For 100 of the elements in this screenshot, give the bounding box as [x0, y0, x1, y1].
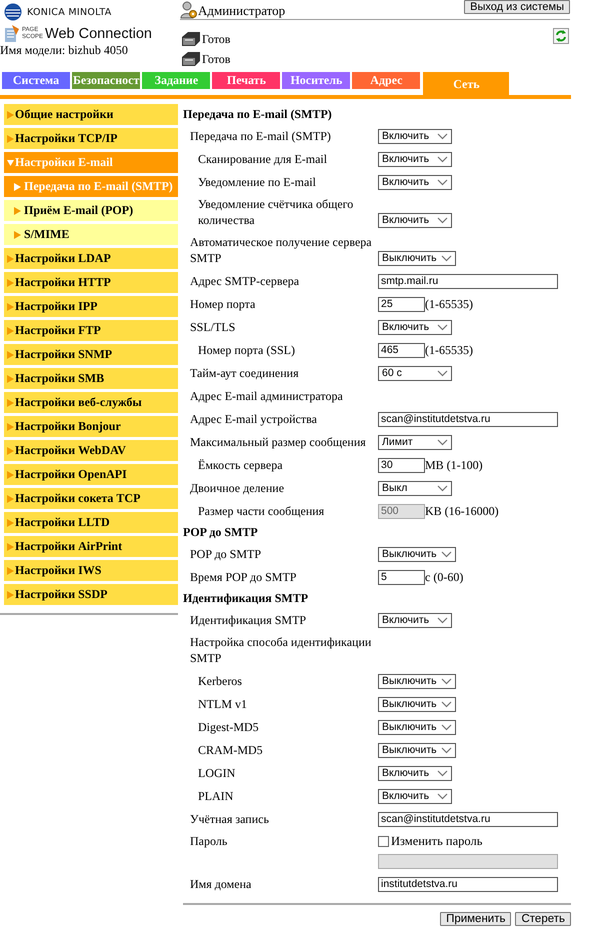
dropdown[interactable]: Включить: [378, 128, 452, 144]
dropdown[interactable]: Выкл: [378, 480, 452, 496]
dropdown[interactable]: Выключить: [378, 250, 456, 266]
field-label: Адрес E-mail администратора: [190, 388, 344, 404]
field-label: Максимальный размер сообщения: [190, 434, 367, 450]
number-field[interactable]: 25: [378, 296, 425, 312]
text-field[interactable]: smtp.mail.ru: [378, 274, 558, 288]
field-label: SSL/TLS: [190, 319, 236, 335]
field-label: POP до SMTP: [190, 546, 262, 562]
dropdown[interactable]: Включить: [378, 152, 452, 166]
sidebar-item[interactable]: Настройки сокета TCP: [4, 488, 178, 509]
triangle-right-icon: [14, 230, 21, 238]
sidebar-item[interactable]: Настройки WebDAV: [4, 440, 178, 461]
dropdown[interactable]: Выключить: [378, 720, 456, 734]
refresh-icon: [554, 29, 568, 43]
triangle-right-icon: [7, 494, 14, 502]
dropdown[interactable]: Включить: [378, 174, 452, 190]
dropdown[interactable]: Выключить: [378, 674, 456, 688]
field-label: Автоматическое получение сервера SMTP: [190, 234, 373, 266]
globe-logo-icon: [4, 3, 22, 21]
triangle-right-icon: [7, 518, 14, 526]
dropdown[interactable]: Выключить: [378, 742, 456, 758]
logout-button[interactable]: Выход из системы: [464, 0, 570, 14]
nav-tab[interactable]: Печать: [212, 72, 280, 89]
chevron-icon: [437, 438, 448, 446]
sidebar-item[interactable]: Настройки TCP/IP: [4, 128, 178, 149]
field-label: Kerberos: [198, 673, 243, 689]
status-text: Готов: [202, 32, 230, 47]
text-field[interactable]: institutdetstva.ru: [378, 876, 558, 892]
nav-tab[interactable]: Система: [2, 72, 70, 89]
field-label: Уведомление счётчика общего количества: [198, 196, 354, 228]
triangle-right-icon: [7, 326, 14, 334]
sidebar-item[interactable]: Настройки SMB: [4, 368, 178, 389]
dropdown[interactable]: 60 с: [378, 366, 452, 380]
nav-tab[interactable]: Носитель: [282, 72, 350, 89]
dropdown[interactable]: Включить: [378, 612, 452, 628]
field-label: Digest-MD5: [198, 719, 260, 735]
printer-icon: [180, 31, 202, 47]
chevron-icon: [440, 724, 452, 730]
chevron-icon: [437, 216, 448, 224]
dropdown[interactable]: Включить: [378, 766, 452, 780]
number-field[interactable]: 465: [378, 342, 425, 358]
number-field[interactable]: 30: [378, 458, 425, 472]
chevron-icon: [437, 370, 448, 376]
sidebar-subitem[interactable]: Приём E-mail (POP): [4, 200, 178, 221]
sidebar-subitem[interactable]: S/MIME: [4, 224, 178, 245]
field-label: Время POP до SMTP: [190, 569, 298, 585]
sidebar-item[interactable]: Настройки FTP: [4, 320, 178, 341]
field-label: Идентификация SMTP: [190, 612, 308, 628]
triangle-right-icon: [7, 470, 14, 478]
sidebar-item[interactable]: Общие настройки: [4, 104, 178, 125]
sidebar-item[interactable]: Настройки Bonjour: [4, 416, 178, 437]
field-label: Учётная запись: [190, 811, 270, 827]
field-label: NTLM v1: [198, 696, 248, 712]
form-button[interactable]: Стереть: [515, 912, 571, 926]
field-label: Настройка способа идентификации SMTP: [190, 634, 372, 666]
sidebar-item[interactable]: Настройки SNMP: [4, 344, 178, 365]
model-name: Имя модели: bizhub 4050: [0, 43, 129, 57]
dropdown[interactable]: Лимит: [378, 434, 452, 450]
sidebar-item[interactable]: Настройки AirPrint: [4, 536, 178, 557]
field-label: Двоичное деление: [190, 480, 286, 496]
text-field[interactable]: scan@institutdetstva.ru: [378, 812, 558, 826]
triangle-right-icon: [7, 134, 14, 142]
chevron-icon: [440, 700, 452, 708]
triangle-right-icon: [7, 590, 14, 598]
triangle-right-icon: [7, 566, 14, 574]
range-hint: с (0-60): [425, 569, 464, 585]
chevron-icon: [437, 616, 448, 624]
sidebar-item[interactable]: Настройки IWS: [4, 560, 178, 581]
field-label: Пароль: [190, 833, 228, 849]
field-label: CRAM-MD5: [198, 742, 264, 758]
chevron-icon: [437, 132, 448, 140]
status-text: Готов: [202, 52, 230, 67]
field-label: Сканирование для E-mail: [198, 151, 328, 167]
dropdown[interactable]: Выключить: [378, 546, 456, 562]
refresh-button[interactable]: [553, 28, 569, 44]
user-gear-icon: [180, 1, 198, 19]
triangle-right-icon: [7, 110, 14, 118]
sidebar-item[interactable]: Настройки LLTD: [4, 512, 178, 533]
field-label: Адрес SMTP-сервера: [190, 273, 300, 289]
chevron-icon: [437, 178, 448, 186]
sidebar-item[interactable]: Настройки IPP: [4, 296, 178, 317]
dropdown[interactable]: Включить: [378, 320, 452, 334]
triangle-right-icon: [7, 542, 14, 550]
triangle-right-icon: [7, 278, 14, 286]
dropdown[interactable]: Выключить: [378, 696, 456, 712]
field-label: Номер порта: [190, 296, 256, 312]
text-field[interactable]: scan@institutdetstva.ru: [378, 412, 558, 426]
field-label: LOGIN: [198, 765, 236, 781]
sidebar-item[interactable]: Настройки HTTP: [4, 272, 178, 293]
number-field[interactable]: 5: [378, 570, 425, 584]
sidebar-item[interactable]: Настройки OpenAPI: [4, 464, 178, 485]
dropdown[interactable]: Включить: [378, 212, 452, 228]
dropdown[interactable]: Включить: [378, 788, 452, 804]
sidebar-item[interactable]: Настройки SSDP: [4, 584, 178, 605]
sidebar-item[interactable]: Настройки веб-службы: [4, 392, 178, 413]
triangle-right-icon: [7, 446, 14, 454]
change-password-checkbox[interactable]: Изменить пароль: [378, 833, 558, 849]
sidebar-item[interactable]: Настройки LDAP: [4, 248, 178, 269]
form-button[interactable]: Применить: [440, 912, 512, 926]
